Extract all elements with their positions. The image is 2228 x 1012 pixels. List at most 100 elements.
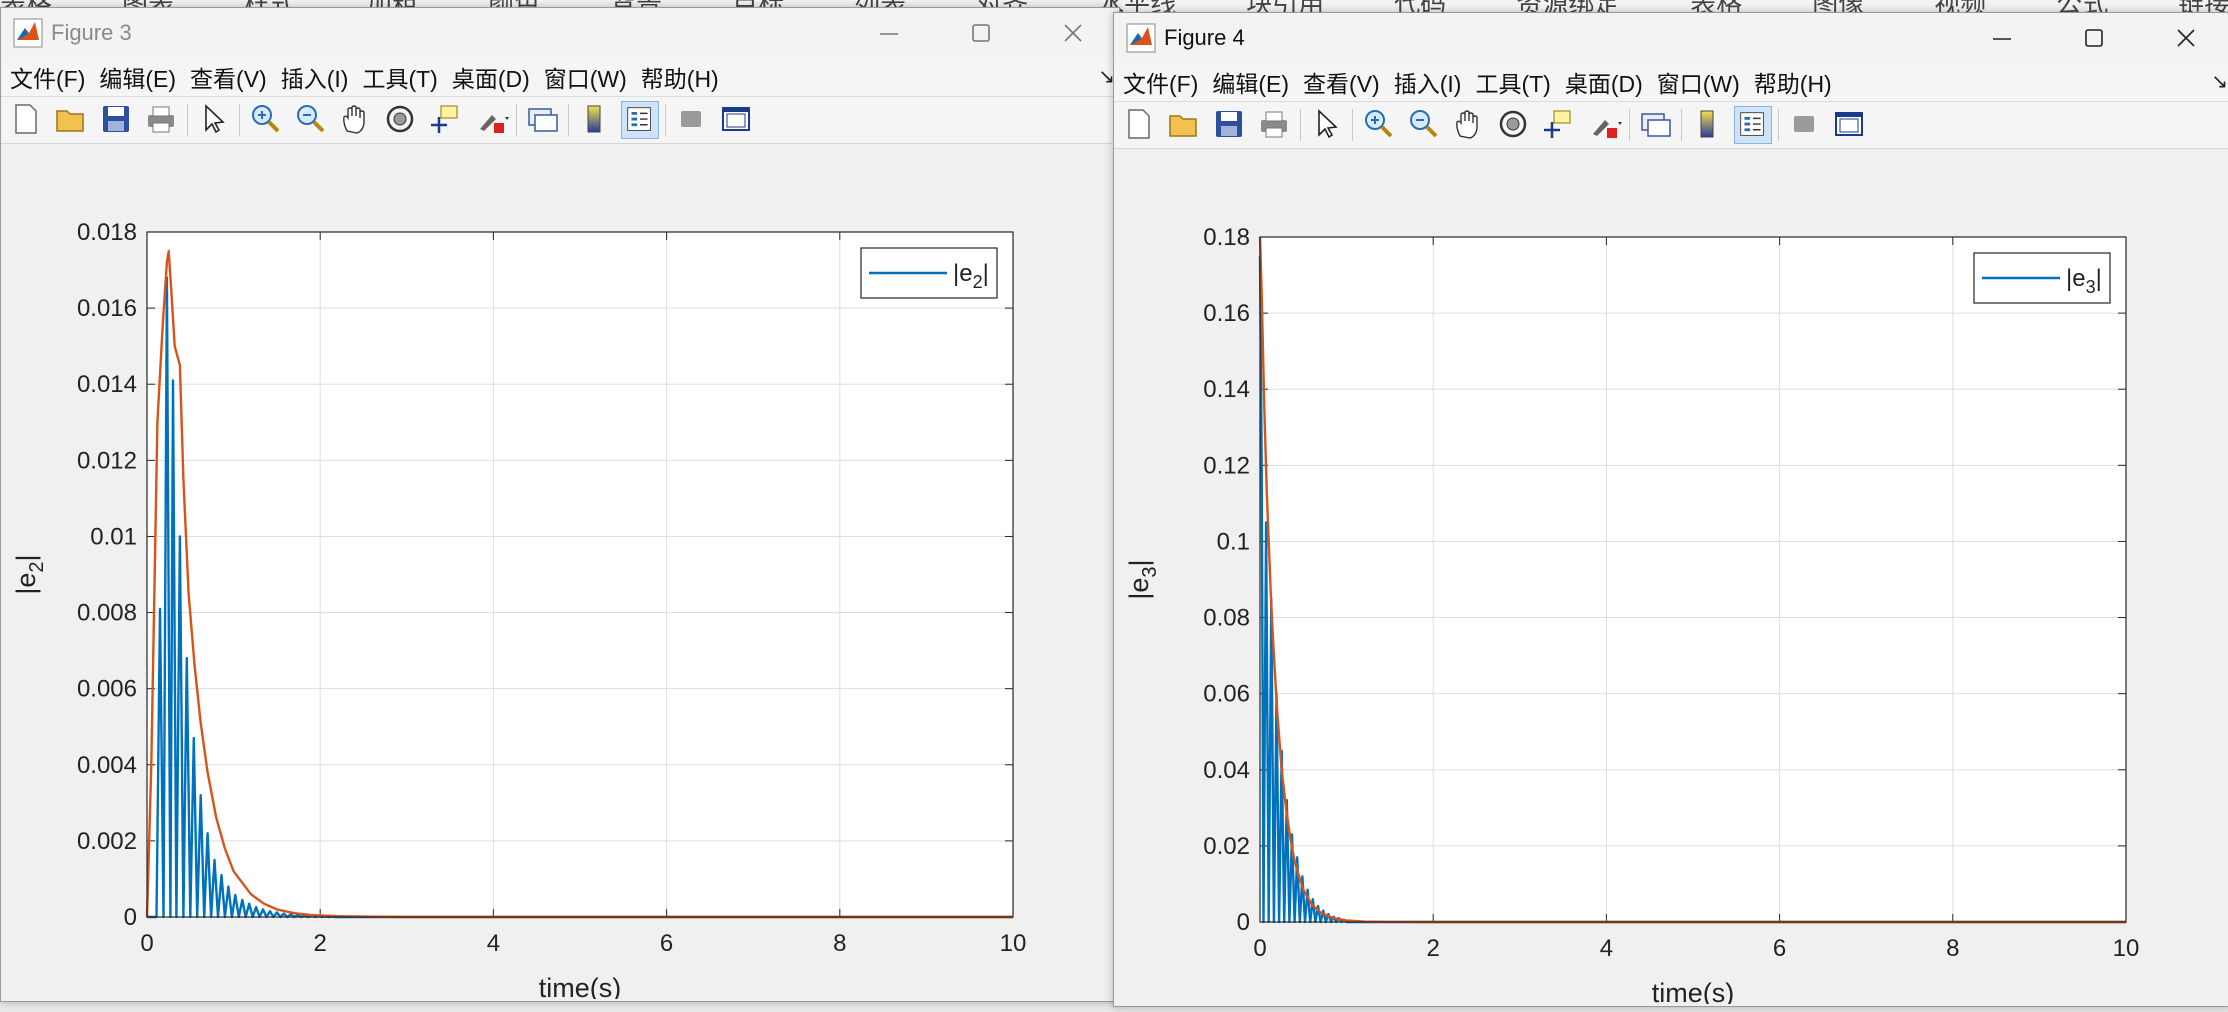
toolbar-separator xyxy=(516,104,517,136)
menu-desktop[interactable]: 桌面(D) xyxy=(1565,65,1643,99)
hide-plot-tools-button[interactable] xyxy=(673,101,711,139)
menu-tools[interactable]: 工具(T) xyxy=(362,60,437,94)
colorbar-button[interactable] xyxy=(576,101,614,139)
menu-window[interactable]: 窗口(W) xyxy=(544,60,627,94)
colorbar-button[interactable] xyxy=(1689,106,1727,144)
menu-edit[interactable]: 编辑(E) xyxy=(1212,65,1289,99)
open-folder-icon xyxy=(56,110,84,132)
rotate-3d-button[interactable] xyxy=(1495,106,1533,144)
pan-hand-button[interactable] xyxy=(337,101,375,139)
menu-edit[interactable]: 编辑(E) xyxy=(99,60,176,94)
legend-button[interactable] xyxy=(1734,106,1772,144)
minimize-button[interactable] xyxy=(843,8,935,58)
link-plot-button[interactable] xyxy=(1637,106,1675,144)
show-plot-tools-button[interactable] xyxy=(718,101,756,139)
save-button[interactable] xyxy=(1211,106,1249,144)
data-cursor-button[interactable] xyxy=(427,101,465,139)
hide-plot-tools-icon xyxy=(1794,116,1814,132)
y-axis-label: |e3| xyxy=(1124,559,1161,599)
background-menu-item: 视频 xyxy=(1934,0,1987,16)
new-file-button[interactable] xyxy=(1121,106,1159,144)
figure-toolbar xyxy=(1114,102,2228,149)
close-button[interactable] xyxy=(1027,8,1119,58)
pointer-button[interactable] xyxy=(195,101,233,139)
x-tick-label: 2 xyxy=(1427,935,1440,962)
zoom-in-icon xyxy=(1365,110,1393,138)
hide-plot-tools-icon xyxy=(681,111,701,127)
legend-icon xyxy=(1740,112,1764,136)
maximize-button[interactable] xyxy=(2048,13,2140,63)
y-tick-label: 0.012 xyxy=(77,447,137,474)
menu-view[interactable]: 查看(V) xyxy=(190,60,267,94)
pan-hand-button[interactable] xyxy=(1450,106,1488,144)
data-cursor-button[interactable] xyxy=(1540,106,1578,144)
matlab-app-icon xyxy=(1126,23,1156,53)
link-plot-icon xyxy=(528,108,558,132)
zoom-in-button[interactable] xyxy=(1360,106,1398,144)
open-folder-button[interactable] xyxy=(53,101,91,139)
save-icon xyxy=(103,106,129,132)
y-tick-label: 0.14 xyxy=(1203,376,1250,403)
x-tick-label: 0 xyxy=(140,930,153,957)
new-file-button[interactable] xyxy=(8,101,46,139)
menu-help[interactable]: 帮助(H) xyxy=(1754,65,1832,99)
y-tick-label: 0.18 xyxy=(1203,224,1250,251)
rotate-3d-button[interactable] xyxy=(382,101,420,139)
open-folder-icon xyxy=(1169,115,1197,137)
new-file-icon xyxy=(1128,109,1150,139)
x-axis-label: time(s) xyxy=(1652,978,1735,1004)
plot-area[interactable]: 0 2 4 6 8 10 0 0.02 0.04 0.06 0.08 0.1 0.12 0.14 0.16 0… xyxy=(1114,149,2228,1006)
data-cursor-icon xyxy=(431,105,458,133)
toolbar-separator xyxy=(1300,109,1301,141)
menu-file[interactable]: 文件(F) xyxy=(10,60,85,94)
menu-overflow-icon[interactable]: ↘ xyxy=(2211,69,2228,94)
chart-svg[interactable]: 0 2 4 6 8 10 0 0.002 0.004 0.006 0.008 0.01 0.012 0.0… xyxy=(1,144,1117,999)
maximize-button[interactable] xyxy=(935,8,1027,58)
pan-hand-icon xyxy=(1456,110,1478,139)
print-button[interactable] xyxy=(143,101,181,139)
menu-desktop[interactable]: 桌面(D) xyxy=(452,60,530,94)
x-tick-label: 0 xyxy=(1253,935,1266,962)
plot-area[interactable]: 0 2 4 6 8 10 0 0.002 0.004 0.006 0.008 0.01 0.012 0.0… xyxy=(1,144,1119,1001)
background-menu-item: 代码 xyxy=(1394,0,1447,16)
zoom-in-button[interactable] xyxy=(247,101,285,139)
background-menu-item: 链接 xyxy=(2178,0,2228,16)
brush-button[interactable] xyxy=(472,101,510,139)
zoom-out-button[interactable] xyxy=(1405,106,1443,144)
title-bar[interactable]: Figure 4 xyxy=(1114,13,2228,63)
y-tick-label: 0.004 xyxy=(77,752,137,779)
menu-help[interactable]: 帮助(H) xyxy=(641,60,719,94)
menu-insert[interactable]: 插入(I) xyxy=(281,60,349,94)
legend[interactable]: |e3| xyxy=(1973,252,2111,304)
figure-3-window[interactable]: Figure 3 文件(F) 编辑(E) 查看(V) 插入(I) 工具(T) 桌… xyxy=(0,7,1120,1002)
zoom-out-button[interactable] xyxy=(292,101,330,139)
x-tick-label: 2 xyxy=(314,930,327,957)
open-folder-button[interactable] xyxy=(1166,106,1204,144)
y-tick-label: 0 xyxy=(1237,909,1250,936)
colorbar-icon xyxy=(1700,110,1714,138)
figure-4-window[interactable]: Figure 4 文件(F) 编辑(E) 查看(V) 插入(I) 工具(T) 桌… xyxy=(1113,12,2228,1007)
legend[interactable]: |e2| xyxy=(860,247,998,299)
save-button[interactable] xyxy=(98,101,136,139)
minimize-button[interactable] xyxy=(1956,13,2048,63)
link-plot-button[interactable] xyxy=(524,101,562,139)
pointer-icon xyxy=(205,104,225,134)
show-plot-tools-button[interactable] xyxy=(1831,106,1869,144)
close-button[interactable] xyxy=(2140,13,2228,63)
maximize-icon xyxy=(2085,29,2103,47)
print-button[interactable] xyxy=(1256,106,1294,144)
chart-svg[interactable]: 0 2 4 6 8 10 0 0.02 0.04 0.06 0.08 0.1 0.12 0.14 0.16 0… xyxy=(1114,149,2228,1004)
title-bar[interactable]: Figure 3 xyxy=(1,8,1119,58)
menu-view[interactable]: 查看(V) xyxy=(1303,65,1380,99)
y-tick-label: 0.006 xyxy=(77,676,137,703)
brush-button[interactable] xyxy=(1585,106,1623,144)
toolbar-separator xyxy=(187,104,188,136)
legend-button[interactable] xyxy=(621,101,659,139)
pointer-button[interactable] xyxy=(1308,106,1346,144)
menu-tools[interactable]: 工具(T) xyxy=(1475,65,1550,99)
menu-file[interactable]: 文件(F) xyxy=(1123,65,1198,99)
menu-insert[interactable]: 插入(I) xyxy=(1394,65,1462,99)
rotate-3d-icon xyxy=(1499,110,1527,138)
hide-plot-tools-button[interactable] xyxy=(1786,106,1824,144)
menu-window[interactable]: 窗口(W) xyxy=(1657,65,1740,99)
